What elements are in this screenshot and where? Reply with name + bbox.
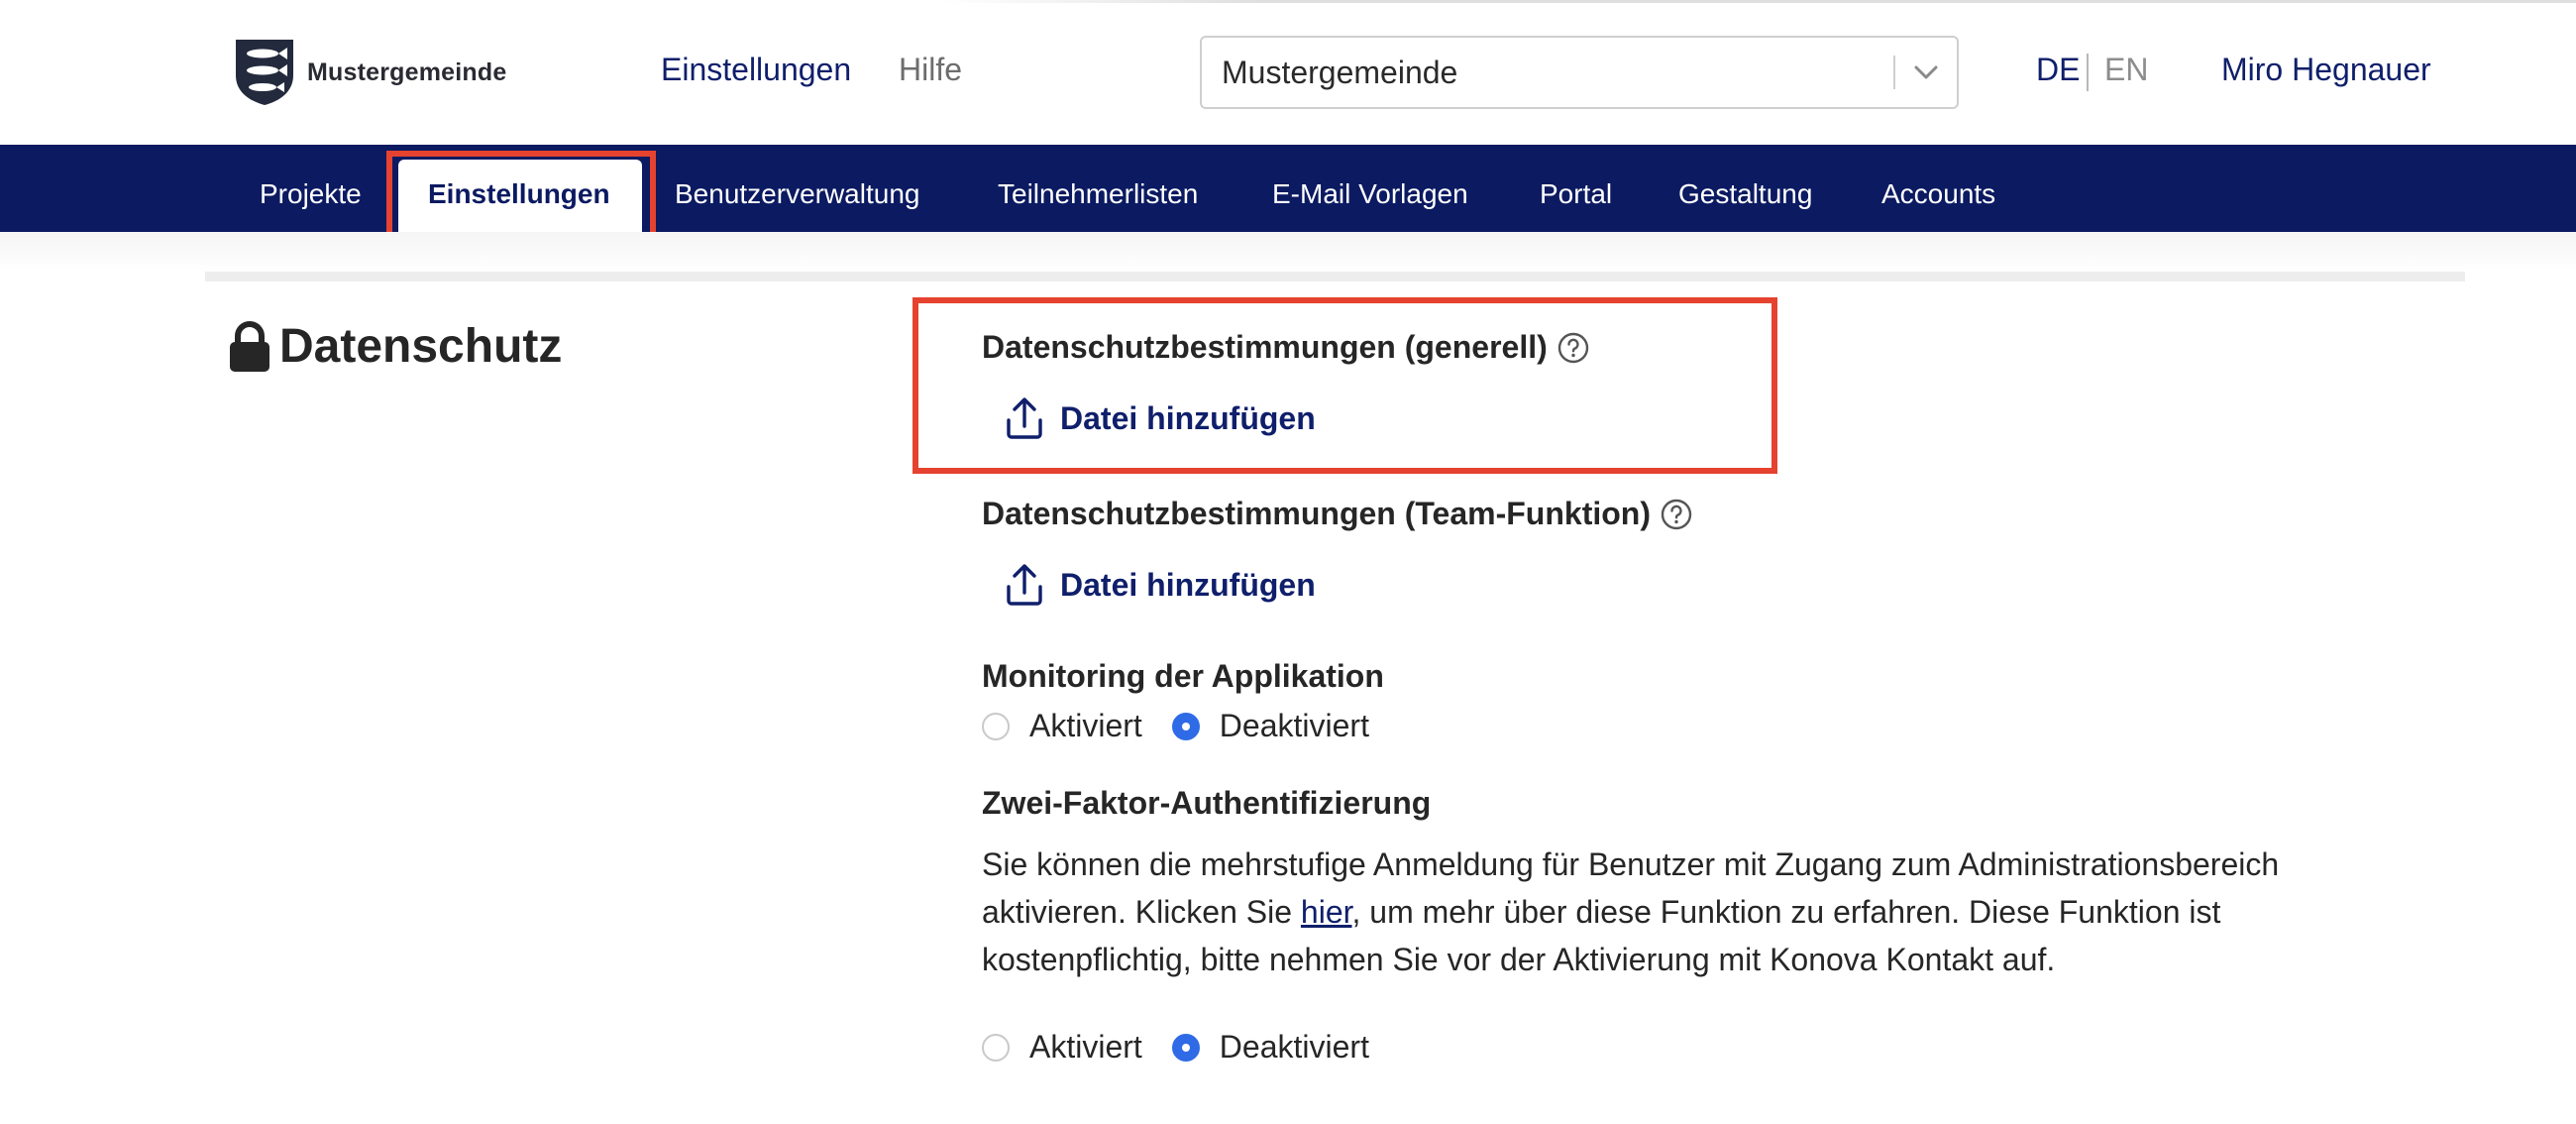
privacy-team-upload-button[interactable]: Datei hinzufügen <box>1005 563 1316 607</box>
language-de[interactable]: DE <box>2036 52 2080 88</box>
two-factor-label-text: Zwei-Faktor-Authentifizierung <box>982 785 1432 821</box>
annotation-highlight-box <box>912 297 1777 474</box>
nav-tab-benutzerverwaltung[interactable]: Benutzerverwaltung <box>675 178 919 210</box>
monitoring-radio-on-label[interactable]: Aktiviert <box>1029 708 1142 744</box>
nav-tab-gestaltung[interactable]: Gestaltung <box>1678 178 1812 210</box>
section-title: Datenschutz <box>228 319 562 374</box>
nav-tab-portal[interactable]: Portal <box>1540 178 1612 210</box>
monitoring-label-text: Monitoring der Applikation <box>982 658 1384 694</box>
two-factor-radio-off-label[interactable]: Deaktiviert <box>1220 1029 1369 1066</box>
subnav-shadow <box>0 232 2576 272</box>
monitoring-radio-off-label[interactable]: Deaktiviert <box>1220 708 1369 744</box>
language-separator <box>2087 54 2089 91</box>
nav-tab-einstellungen[interactable]: Einstellungen <box>428 178 610 210</box>
nav-tab-email-vorlagen[interactable]: E-Mail Vorlagen <box>1272 178 1468 210</box>
nav-tab-teilnehmerlisten[interactable]: Teilnehmerlisten <box>998 178 1198 210</box>
nav-tab-accounts[interactable]: Accounts <box>1881 178 1995 210</box>
organization-select-value: Mustergemeinde <box>1222 54 1458 90</box>
header-top-line <box>941 0 2576 3</box>
privacy-general-upload-label: Datei hinzufügen <box>1060 399 1316 436</box>
top-nav-settings-link[interactable]: Einstellungen <box>661 52 851 88</box>
nav-tab-projekte[interactable]: Projekte <box>260 178 362 210</box>
monitoring-radio-on[interactable] <box>982 712 1010 740</box>
two-factor-radio-group: Aktiviert Deaktiviert <box>982 1029 1369 1066</box>
two-factor-description: Sie können die mehrstufige Anmeldung für… <box>982 841 2399 983</box>
privacy-general-upload-button[interactable]: Datei hinzufügen <box>1005 396 1316 440</box>
help-circle-icon[interactable] <box>1661 499 1692 530</box>
two-factor-label: Zwei-Faktor-Authentifizierung <box>982 785 1431 822</box>
upload-icon <box>1007 397 1042 439</box>
chevron-down-icon[interactable] <box>1895 64 1957 80</box>
privacy-team-label-text: Datenschutzbestimmungen (Team-Funktion) <box>982 496 1651 531</box>
logo-text: Mustergemeinde <box>307 57 507 86</box>
help-circle-icon[interactable] <box>1557 332 1589 364</box>
monitoring-radio-off[interactable] <box>1171 712 1200 740</box>
logo[interactable]: Mustergemeinde <box>234 38 506 107</box>
two-factor-info-link[interactable]: hier <box>1301 894 1352 930</box>
privacy-general-label: Datenschutzbestimmungen (generell) <box>982 329 1589 366</box>
user-menu[interactable]: Miro Hegnauer <box>2221 52 2431 88</box>
organization-select[interactable]: Mustergemeinde <box>1200 36 1959 109</box>
coat-of-arms-icon <box>236 40 293 105</box>
privacy-general-label-text: Datenschutzbestimmungen (generell) <box>982 329 1548 365</box>
two-factor-radio-on[interactable] <box>982 1033 1010 1062</box>
top-nav-help-link[interactable]: Hilfe <box>899 52 962 88</box>
two-factor-radio-on-label[interactable]: Aktiviert <box>1029 1029 1142 1066</box>
lock-icon <box>230 320 269 372</box>
monitoring-label: Monitoring der Applikation <box>982 658 1384 695</box>
language-en[interactable]: EN <box>2104 52 2148 88</box>
two-factor-radio-off[interactable] <box>1171 1033 1200 1062</box>
section-divider <box>205 272 2465 281</box>
monitoring-radio-group: Aktiviert Deaktiviert <box>982 708 1369 744</box>
section-title-text: Datenschutz <box>279 320 563 373</box>
privacy-team-upload-label: Datei hinzufügen <box>1060 566 1316 603</box>
upload-icon <box>1007 564 1042 606</box>
privacy-team-label: Datenschutzbestimmungen (Team-Funktion) <box>982 496 1692 532</box>
